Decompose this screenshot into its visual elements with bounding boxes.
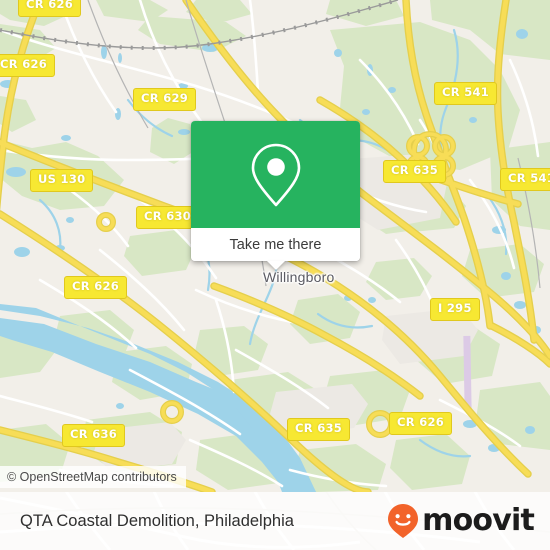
shield-cr-541-right: CR 541: [500, 168, 550, 191]
map-attribution[interactable]: © OpenStreetMap contributors: [0, 466, 186, 488]
shield-cr-626-lower: CR 626: [389, 412, 453, 435]
moovit-map-page: Willingboro CR 626 CR 626 CR 629 US 130 …: [0, 0, 550, 550]
shield-us-130: US 130: [30, 169, 94, 192]
shield-cr-630: CR 630: [136, 206, 200, 229]
shield-cr-626-top: CR 626: [18, 0, 82, 17]
shield-cr-541-top: CR 541: [434, 82, 498, 105]
place-title: QTA Coastal Demolition, Philadelphia: [20, 511, 294, 530]
footer-bar: QTA Coastal Demolition, Philadelphia moo…: [0, 492, 550, 550]
popup-header: [191, 121, 360, 228]
moovit-logo[interactable]: moovit: [387, 492, 535, 550]
popup-pointer: [266, 261, 285, 270]
take-me-there-button[interactable]: Take me there: [191, 228, 360, 261]
shield-cr-629: CR 629: [133, 88, 197, 111]
location-popup-card[interactable]: Take me there: [191, 121, 360, 270]
shield-cr-626-left: CR 626: [0, 54, 56, 77]
shield-i-295: I 295: [430, 298, 480, 321]
map-pin-icon: [251, 143, 300, 206]
shield-cr-635-lower: CR 635: [287, 418, 351, 441]
shield-cr-635-upper: CR 635: [383, 160, 447, 183]
moovit-wordmark: moovit: [422, 503, 535, 538]
shield-cr-636: CR 636: [62, 424, 126, 447]
place-label-willingboro: Willingboro: [263, 269, 335, 285]
moovit-pin-icon: [388, 504, 419, 538]
map-canvas[interactable]: Willingboro CR 626 CR 626 CR 629 US 130 …: [0, 0, 550, 492]
shield-cr-626-mid: CR 626: [64, 276, 128, 299]
